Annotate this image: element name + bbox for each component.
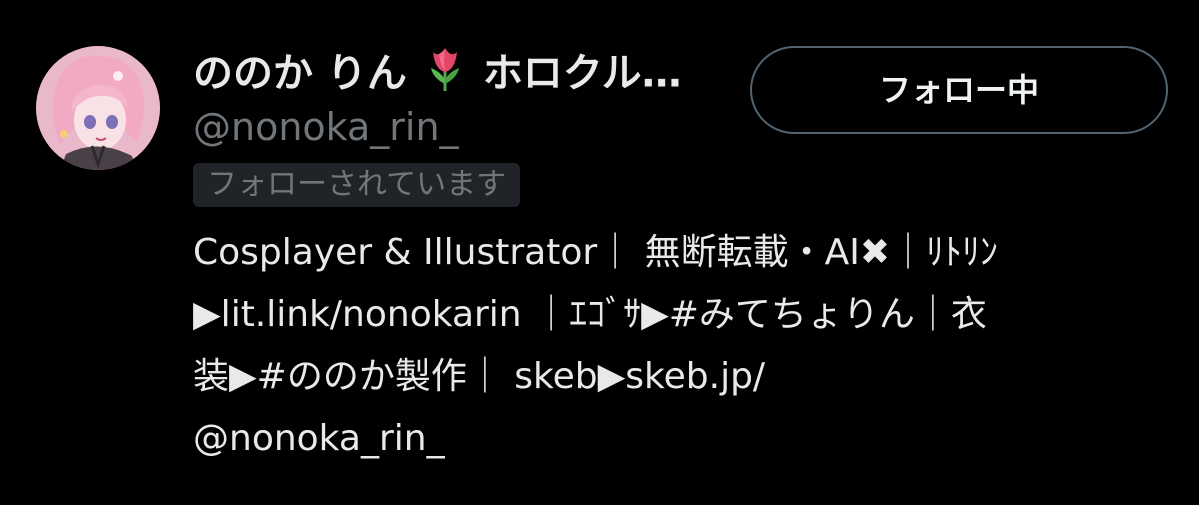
tulip-icon — [423, 44, 467, 100]
bio-line: Cosplayer & Illustrator｜ 無断転載・AI✖︎｜ﾘﾄﾘﾝ — [193, 232, 999, 273]
display-name-text: ののか りん — [193, 50, 407, 97]
avatar[interactable] — [36, 46, 160, 170]
bio-line[interactable]: 装▶#ののか製作｜ skeb▶skeb.jp/ — [193, 346, 1168, 408]
follows-you-badge: フォローされています — [193, 163, 521, 207]
following-button[interactable]: フォロー中 — [750, 46, 1168, 134]
display-name[interactable]: ののか りん ホロクル… — [193, 44, 733, 100]
bio-line[interactable]: ▶lit.link/nonokarin ｜ｴｺﾞｻ▶#みてちょりん｜衣 — [193, 284, 1168, 346]
display-name-suffix: ホロクル… — [482, 50, 682, 97]
profile-bio: Cosplayer & Illustrator｜ 無断転載・AI✖︎｜ﾘﾄﾘﾝ … — [193, 222, 1168, 470]
user-handle[interactable]: @nonoka_rin_ — [193, 101, 459, 153]
profile-card: ののか りん ホロクル… @nonoka_rin_ フォローされています フォロ… — [0, 0, 1199, 505]
bio-line[interactable]: @nonoka_rin_ — [193, 408, 1168, 470]
avatar-illustration — [36, 46, 160, 170]
